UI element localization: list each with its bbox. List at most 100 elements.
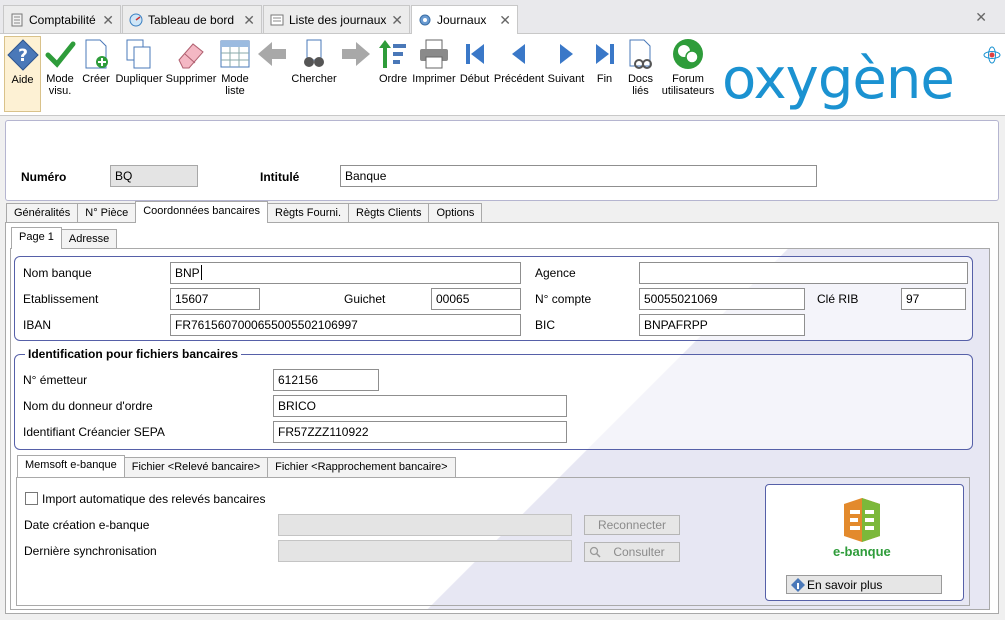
text-cursor [201, 265, 202, 280]
tab-options[interactable]: Options [428, 203, 483, 223]
previous-search-button[interactable] [254, 36, 290, 112]
ordre-button[interactable]: Ordre [376, 36, 410, 112]
main-tabstrip: Généralités N° Pièce Coordonnées bancair… [6, 201, 483, 223]
toolbar: ? Aide Mode visu. Créer Dupliquer Suppri… [0, 34, 1005, 116]
iban-field[interactable]: FR7615607000655005502106997 [170, 314, 521, 336]
window-tab-label: Journaux [437, 13, 487, 27]
next-search-button[interactable] [338, 36, 374, 112]
sepa-label: Identifiant Créancier SEPA [23, 425, 165, 439]
bic-field[interactable]: BNPAFRPP [639, 314, 805, 336]
suivant-button[interactable]: Suivant [546, 36, 586, 112]
intitule-label: Intitulé [260, 170, 300, 184]
tab-memsoft-ebanque[interactable]: Memsoft e-banque [17, 455, 125, 477]
svg-text:?: ? [18, 46, 28, 66]
tab-generalites[interactable]: Généralités [6, 203, 79, 223]
compte-field[interactable]: 50055021069 [639, 288, 805, 310]
tab-coordonnees-bancaires[interactable]: Coordonnées bancaires [135, 201, 268, 223]
logo-atom-icon [983, 46, 1001, 67]
bic-label: BIC [535, 318, 556, 332]
creer-button[interactable]: Créer [79, 36, 113, 112]
tab-fichier-rapprochement[interactable]: Fichier <Rapprochement bancaire> [267, 457, 456, 477]
identification-title: Identification pour fichiers bancaires [25, 347, 242, 361]
close-icon[interactable]: ✕ [102, 12, 114, 29]
emetteur-label: N° émetteur [23, 373, 88, 387]
duplicate-icon [123, 38, 155, 70]
arrow-left-icon [256, 38, 288, 70]
tab-regts-clients[interactable]: Règts Clients [348, 203, 430, 223]
last-record-icon [589, 38, 621, 70]
numero-field[interactable]: BQ [110, 165, 198, 187]
guichet-field[interactable]: 00065 [431, 288, 521, 310]
derniere-sync-label: Dernière synchronisation [24, 544, 157, 558]
nom-banque-field[interactable]: BNP [170, 262, 521, 284]
date-creation-field[interactable] [278, 514, 572, 536]
window-tab-journaux[interactable]: Journaux ✕ [411, 5, 518, 34]
debut-button[interactable]: Début [457, 36, 492, 112]
guichet-label: Guichet [344, 292, 386, 306]
close-window-icon[interactable]: ✕ [975, 9, 987, 26]
mode-visu-button[interactable]: Mode visu. [42, 36, 78, 112]
close-icon[interactable]: ✕ [499, 12, 511, 29]
derniere-sync-field[interactable] [278, 540, 572, 562]
fin-button[interactable]: Fin [588, 36, 621, 112]
import-auto-checkbox[interactable] [25, 492, 38, 505]
window-tab-liste-des-journaux[interactable]: Liste des journaux ✕ [263, 5, 410, 33]
dupliquer-button[interactable]: Dupliquer [114, 36, 164, 112]
first-record-icon [459, 38, 491, 70]
chercher-button[interactable]: Chercher [290, 36, 338, 112]
close-icon[interactable]: ✕ [243, 12, 255, 29]
forum-icon [672, 38, 704, 70]
emetteur-field[interactable]: 612156 [273, 369, 379, 391]
tab-adresse[interactable]: Adresse [60, 229, 118, 249]
checkmark-icon [44, 38, 76, 70]
intitule-field[interactable]: Banque [340, 165, 817, 187]
next-record-icon [550, 38, 582, 70]
tab-regts-fourni[interactable]: Règts Fourni. [267, 203, 350, 223]
tab-fichier-releve[interactable]: Fichier <Relevé bancaire> [123, 457, 269, 477]
rib-field[interactable]: 97 [901, 288, 966, 310]
arrow-right-icon [340, 38, 372, 70]
rib-label: Clé RIB [817, 292, 859, 306]
date-creation-label: Date création e-banque [24, 518, 150, 532]
bottom-tabstrip: Memsoft e-banque Fichier <Relevé bancair… [17, 455, 456, 477]
en-savoir-plus-button[interactable]: En savoir plus [786, 575, 942, 594]
printer-icon [418, 38, 450, 70]
reconnecter-button[interactable]: Reconnecter [584, 515, 680, 535]
etablissement-field[interactable]: 15607 [170, 288, 260, 310]
window-tab-label: Comptabilité [29, 12, 96, 27]
grid-list-icon [219, 38, 251, 70]
search-icon [589, 546, 601, 561]
imprimer-button[interactable]: Imprimer [412, 36, 456, 112]
window-tab-bar: Comptabilité ✕ Tableau de bord ✕ Liste d… [0, 0, 1005, 34]
tab-numero-piece[interactable]: N° Pièce [77, 203, 137, 223]
agence-label: Agence [535, 266, 576, 280]
new-document-icon [80, 38, 112, 70]
agence-field[interactable] [639, 262, 968, 284]
tab-page-1[interactable]: Page 1 [11, 227, 62, 249]
sort-order-icon [377, 38, 409, 70]
donneur-field[interactable]: BRICO [273, 395, 567, 417]
ledger-icon [10, 13, 24, 27]
consulter-button[interactable]: Consulter [584, 542, 680, 562]
mode-liste-button[interactable]: Mode liste [218, 36, 252, 112]
compte-label: N° compte [535, 292, 592, 306]
window-tab-label: Liste des journaux [289, 12, 387, 27]
sepa-field[interactable]: FR57ZZZ110922 [273, 421, 567, 443]
close-icon[interactable]: ✕ [391, 12, 403, 29]
forum-utilisateurs-button[interactable]: Forum utilisateurs [660, 36, 716, 112]
header-panel [5, 120, 999, 201]
donneur-label: Nom du donneur d'ordre [23, 399, 153, 413]
precedent-button[interactable]: Précédent [493, 36, 545, 112]
numero-label: Numéro [21, 170, 67, 184]
window-tab-comptabilite[interactable]: Comptabilité ✕ [3, 5, 121, 33]
supprimer-button[interactable]: Supprimer [165, 36, 217, 112]
ebanque-logo-text: e-banque [833, 544, 891, 559]
aide-button[interactable]: ? Aide [4, 36, 41, 112]
iban-label: IBAN [23, 318, 52, 332]
linked-docs-icon [625, 38, 657, 70]
help-icon: ? [6, 39, 39, 71]
window-tab-tableau-de-bord[interactable]: Tableau de bord ✕ [122, 5, 262, 33]
docs-lies-button[interactable]: Docs liés [623, 36, 658, 112]
previous-record-icon [503, 38, 535, 70]
eraser-icon [175, 38, 207, 70]
